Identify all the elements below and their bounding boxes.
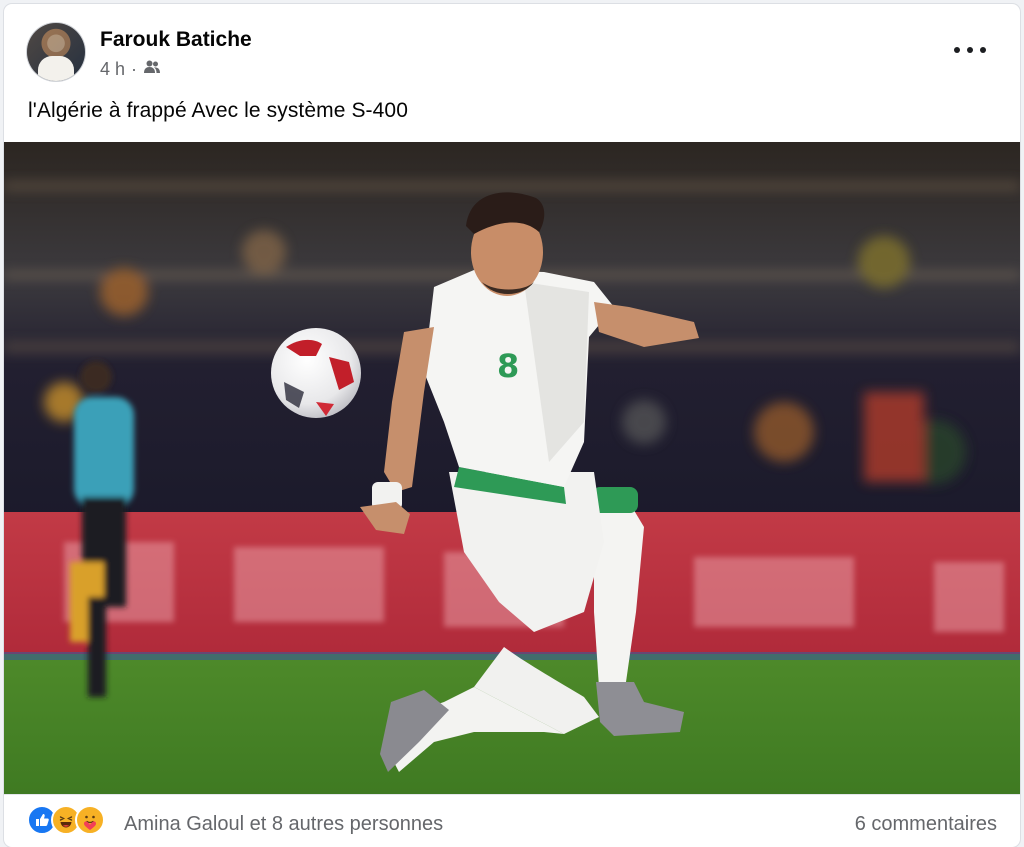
more-options-button[interactable] — [954, 40, 986, 60]
post-photo[interactable]: 8 — [4, 142, 1020, 794]
comments-count-link[interactable]: 6 commentaires — [855, 813, 997, 836]
friends-icon-svg — [144, 60, 161, 73]
dot-icon — [954, 47, 960, 53]
post-header: Farouk Batiche 4 h · l'Algérie à frappé … — [4, 4, 1020, 144]
photo-illustration: 8 — [4, 142, 1020, 794]
care-icon — [75, 805, 105, 835]
reaction-icons[interactable] — [27, 805, 105, 835]
soccer-ball — [271, 328, 361, 418]
avatar-figure — [38, 56, 74, 81]
avatar[interactable] — [27, 23, 85, 81]
dot-icon — [967, 47, 973, 53]
author-name[interactable]: Farouk Batiche — [100, 28, 252, 52]
friends-icon[interactable] — [143, 59, 161, 80]
svg-text:8: 8 — [497, 347, 519, 385]
separator-dot: · — [131, 59, 138, 79]
post-caption: l'Algérie à frappé Avec le système S-400 — [28, 99, 408, 122]
dot-icon — [980, 47, 986, 53]
care-icon-svg — [80, 809, 100, 830]
like-icon-svg — [36, 814, 49, 826]
post-time[interactable]: 4 h — [100, 59, 125, 80]
post-card: Farouk Batiche 4 h · l'Algérie à frappé … — [4, 4, 1020, 847]
reactors-link[interactable]: Amina Galoul et 8 autres personnes — [124, 813, 443, 836]
post-meta: 4 h · — [100, 59, 161, 80]
post-footer: Amina Galoul et 8 autres personnes 6 com… — [4, 794, 1020, 847]
